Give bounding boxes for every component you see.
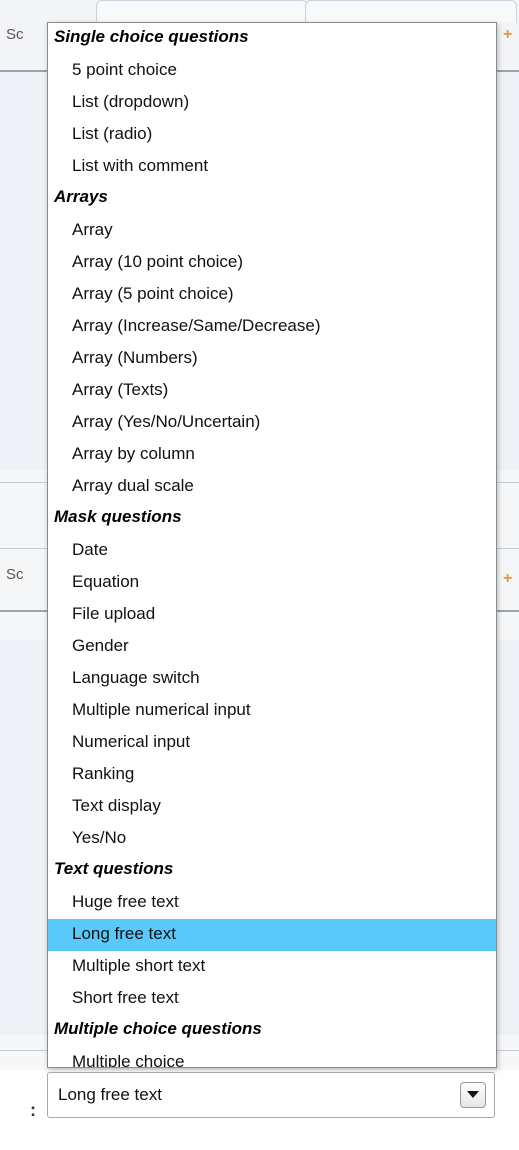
dropdown-option[interactable]: Date (48, 535, 496, 567)
dropdown-option[interactable]: Array (Texts) (48, 375, 496, 407)
optgroup-label: Mask questions (54, 507, 182, 526)
question-type-dropdown-list[interactable]: Single choice questions 5 point choice Lis… (47, 22, 497, 1068)
dropdown-option[interactable]: Language switch (48, 663, 496, 695)
optgroup-label: Text questions (54, 859, 174, 878)
dropdown-option[interactable]: Array (Increase/Same/Decrease) (48, 311, 496, 343)
dropdown-option[interactable]: Huge free text (48, 887, 496, 919)
dropdown-option[interactable]: Array (48, 215, 496, 247)
add-icon[interactable]: + (503, 26, 519, 44)
dropdown-option[interactable]: Numerical input (48, 727, 496, 759)
dropdown-option[interactable]: Array dual scale (48, 471, 496, 503)
background-tab (96, 0, 308, 23)
optgroup-label: Arrays (54, 187, 108, 206)
dropdown-option[interactable]: Array (Numbers) (48, 343, 496, 375)
dropdown-option[interactable]: List (dropdown) (48, 87, 496, 119)
dropdown-option[interactable]: Yes/No (48, 823, 496, 855)
dropdown-option[interactable]: Array (10 point choice) (48, 247, 496, 279)
dropdown-option[interactable]: Ranking (48, 759, 496, 791)
dropdown-option[interactable]: Text display (48, 791, 496, 823)
dropdown-option[interactable]: Array (5 point choice) (48, 279, 496, 311)
dropdown-option[interactable]: File upload (48, 599, 496, 631)
dropdown-option[interactable]: Array by column (48, 439, 496, 471)
dropdown-option[interactable]: Long free text (48, 919, 496, 951)
dropdown-option[interactable]: Short free text (48, 983, 496, 1015)
field-label-colon: : (30, 1100, 36, 1120)
chevron-down-icon (467, 1091, 479, 1098)
page: Sc + Sc + : Single choice questions 5 poi… (0, 0, 519, 1150)
dropdown-option[interactable]: 5 point choice (48, 55, 496, 87)
dropdown-option[interactable]: Equation (48, 567, 496, 599)
question-type-select[interactable]: Long free text (47, 1072, 495, 1118)
optgroup-label: Single choice questions (54, 27, 249, 46)
add-icon[interactable]: + (503, 570, 519, 588)
background-tab (305, 0, 517, 23)
select-value: Long free text (58, 1085, 162, 1104)
dropdown-option[interactable]: Multiple choice (48, 1047, 496, 1067)
background-tab-label: Sc (6, 566, 24, 583)
dropdown-arrow-button[interactable] (460, 1082, 486, 1108)
dropdown-option[interactable]: List (radio) (48, 119, 496, 151)
dropdown-option[interactable]: Multiple short text (48, 951, 496, 983)
background-tab-label: Sc (6, 26, 24, 43)
dropdown-option[interactable]: List with comment (48, 151, 496, 183)
optgroup-label: Multiple choice questions (54, 1019, 262, 1038)
dropdown-option[interactable]: Array (Yes/No/Uncertain) (48, 407, 496, 439)
dropdown-option[interactable]: Multiple numerical input (48, 695, 496, 727)
dropdown-option[interactable]: Gender (48, 631, 496, 663)
